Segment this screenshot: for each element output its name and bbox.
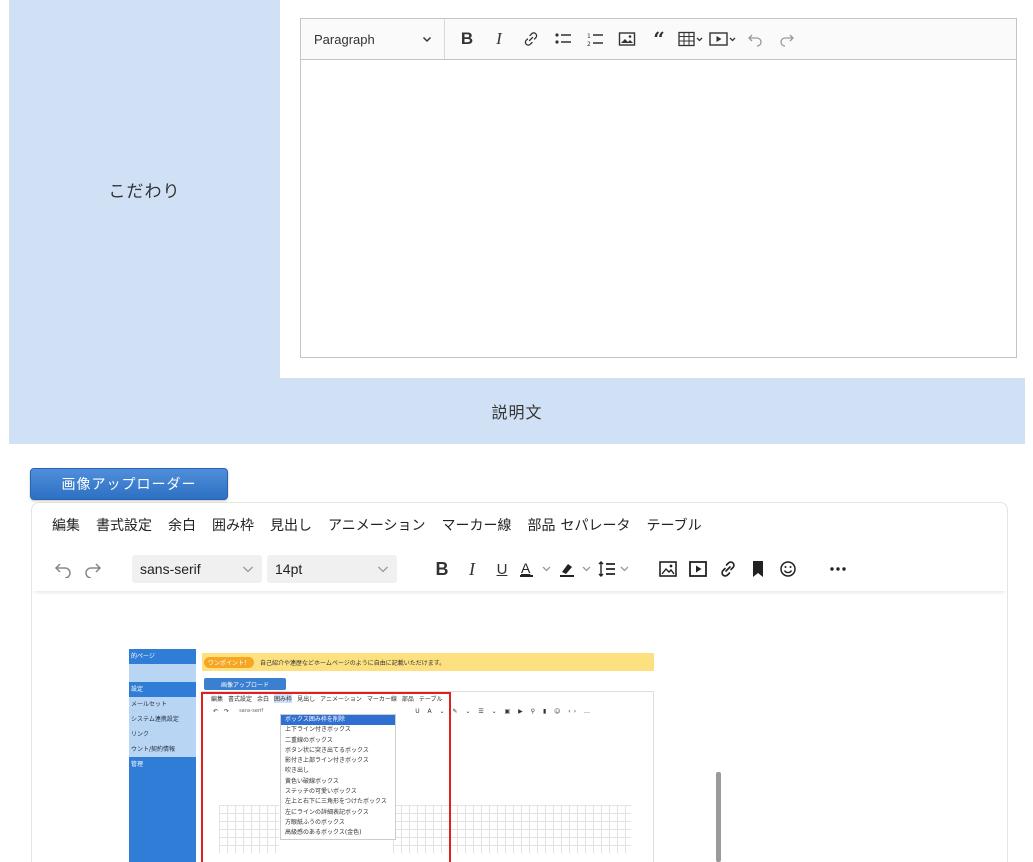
screenshot-sidebar-item: ウント/契約情報	[129, 742, 196, 757]
svg-text:2: 2	[587, 41, 591, 47]
numbered-list-icon[interactable]: 12	[581, 25, 609, 53]
menu-separator[interactable]: セパレータ	[560, 515, 630, 535]
screenshot-sidebar-item: 管理	[131, 761, 144, 768]
menu-edit[interactable]: 編集	[52, 515, 80, 535]
video-icon[interactable]	[683, 554, 713, 584]
quote-icon[interactable]: “	[645, 25, 673, 53]
svg-text:1: 1	[587, 33, 591, 40]
rich-text-editor-description: 編集 書式設定 余白 囲み枠 見出し アニメーション マーカー線 部品 セパレー…	[31, 502, 1008, 862]
table-icon[interactable]	[677, 25, 705, 53]
menu-format[interactable]: 書式設定	[96, 515, 152, 535]
embedded-screenshot-image[interactable]: 的ページ 設定 メールセット システム連携設定 リンク ウント/契約情報 管理 …	[129, 649, 721, 862]
label-cell-kodawari: こだわり	[9, 0, 280, 378]
link-icon[interactable]	[713, 554, 743, 584]
image-icon[interactable]	[613, 25, 641, 53]
menu-margin[interactable]: 余白	[168, 515, 196, 535]
redo-icon[interactable]	[773, 25, 801, 53]
screenshot-sidebar-item: リンク	[129, 727, 196, 742]
screenshot-sidebar: 的ページ 設定 メールセット システム連携設定 リンク ウント/契約情報 管理	[129, 649, 196, 862]
emoji-icon[interactable]	[773, 554, 803, 584]
menu-animation[interactable]: アニメーション	[328, 515, 425, 535]
svg-text:A: A	[521, 560, 531, 576]
font-size-value: 14pt	[275, 561, 303, 577]
bold-icon[interactable]: B	[453, 25, 481, 53]
screenshot-notice-pill: ワンポイント！	[204, 656, 255, 668]
screenshot-sidebar-highlight	[129, 664, 196, 682]
menu-parts[interactable]: 部品	[527, 515, 555, 535]
image-icon[interactable]	[653, 554, 683, 584]
heading-select-value: Paragraph	[314, 31, 375, 47]
editor-toolbar: sans-serif 14pt B I U A	[32, 547, 1007, 591]
heading-select[interactable]: Paragraph	[301, 19, 445, 59]
rich-text-editor-kodawari: Paragraph B I 12 “	[300, 18, 1017, 358]
font-family-select[interactable]: sans-serif	[132, 555, 262, 583]
undo-icon[interactable]	[741, 25, 769, 53]
underline-icon[interactable]: U	[487, 554, 517, 584]
chevron-down-icon	[243, 566, 253, 573]
menu-marker[interactable]: マーカー線	[441, 515, 511, 535]
menu-box[interactable]: 囲み枠	[212, 515, 254, 535]
screenshot-notice-text: 自己紹介や連歴などホームページのように自由に記載いただけます。	[260, 659, 446, 667]
chevron-down-icon	[422, 32, 432, 47]
image-uploader-button[interactable]: 画像アップローダー	[30, 468, 228, 500]
screenshot-red-highlight-frame	[201, 692, 451, 862]
section-title: 説明文	[491, 403, 543, 422]
media-icon[interactable]	[709, 25, 737, 53]
font-family-value: sans-serif	[140, 561, 201, 577]
field-label: こだわり	[108, 181, 181, 202]
screenshot-upload-button: 画像アップロード	[204, 678, 286, 690]
screenshot-scrollbar	[716, 772, 721, 862]
screenshot-sidebar-item: メールセット	[129, 697, 196, 712]
text-color-icon[interactable]: A	[517, 554, 557, 584]
link-icon[interactable]	[517, 25, 545, 53]
screenshot-sidebar-item: 設定	[131, 686, 144, 693]
chevron-down-icon	[378, 566, 388, 573]
editor-toolbar: Paragraph B I 12 “	[301, 19, 1016, 60]
bold-icon[interactable]: B	[427, 554, 457, 584]
undo-icon[interactable]	[48, 554, 78, 584]
font-size-select[interactable]: 14pt	[267, 555, 397, 583]
bulleted-list-icon[interactable]	[549, 25, 577, 53]
bookmark-icon[interactable]	[743, 554, 773, 584]
redo-icon[interactable]	[78, 554, 108, 584]
menu-heading[interactable]: 見出し	[270, 515, 312, 535]
line-height-icon[interactable]	[597, 554, 633, 584]
editor-content-area[interactable]	[301, 60, 1016, 357]
section-bar-description: 説明文	[9, 378, 1025, 444]
italic-icon[interactable]: I	[485, 25, 513, 53]
screenshot-sidebar-item: 的ページ	[131, 653, 155, 660]
menu-table[interactable]: テーブル	[646, 515, 701, 535]
highlight-icon[interactable]	[557, 554, 597, 584]
screenshot-sidebar-item: システム連携設定	[129, 712, 196, 727]
more-icon[interactable]	[823, 554, 853, 584]
screenshot-notice: ワンポイント！ 自己紹介や連歴などホームページのように自由に記載いただけます。	[202, 653, 654, 671]
editor-menubar: 編集 書式設定 余白 囲み枠 見出し アニメーション マーカー線 部品 セパレー…	[32, 503, 1007, 547]
italic-icon[interactable]: I	[457, 554, 487, 584]
